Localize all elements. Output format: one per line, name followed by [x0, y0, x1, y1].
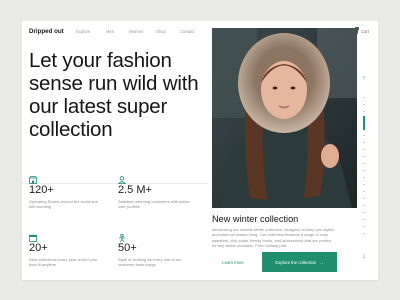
- slide-dot[interactable]: [363, 233, 365, 234]
- slide-active-indicator[interactable]: [363, 116, 365, 130]
- stat-desc: Operating Stores around the world and st…: [29, 199, 98, 210]
- stat-desc: Satisfied returning customers with activ…: [118, 199, 190, 210]
- stat-customers: 2.5 M+ Satisfied returning customers wit…: [117, 171, 198, 210]
- slide-dot[interactable]: [363, 212, 365, 213]
- learn-more-link[interactable]: Learn more: [218, 258, 248, 268]
- user-icon: [117, 171, 127, 184]
- collection-description: Introducing our newest winter collection…: [212, 227, 335, 249]
- slide-dot[interactable]: [363, 191, 365, 192]
- nav-link-men[interactable]: Men: [106, 29, 114, 34]
- nav-link-women[interactable]: Women: [129, 29, 143, 34]
- stat-collections: 20+ New collections every year to find y…: [29, 229, 109, 267]
- nav-link-explore[interactable]: Explore: [76, 29, 90, 34]
- stat-stores: 120+ Operating Stores around the world a…: [29, 171, 109, 209]
- person-icon: [118, 229, 126, 242]
- slide-dot[interactable]: [363, 205, 365, 206]
- hero-title: Let your fashion sense run wild with our…: [29, 49, 199, 141]
- slide-dot[interactable]: [363, 135, 365, 136]
- slide-dot[interactable]: [363, 163, 365, 164]
- explore-collection-button[interactable]: Explore the collection →: [262, 252, 337, 272]
- slide-dot[interactable]: [363, 219, 365, 220]
- stat-value: 20+: [29, 242, 48, 254]
- slide-dot[interactable]: [363, 111, 365, 112]
- nav-link-contact[interactable]: Contact: [180, 29, 194, 34]
- cart-label: Cart: [361, 28, 369, 34]
- slide-indicator: ↑ ↓: [350, 45, 378, 280]
- collection-title: New winter collection: [212, 214, 299, 224]
- explore-label: Explore the collection: [275, 259, 317, 265]
- arrow-right-icon: →: [319, 259, 324, 265]
- arrow-up-icon[interactable]: ↑: [360, 75, 368, 83]
- nav-link-shop[interactable]: Shop: [156, 29, 166, 34]
- slide-dot[interactable]: [363, 97, 365, 98]
- arrow-down-icon[interactable]: ↓: [360, 253, 368, 261]
- stat-styles: 50+ Style of clothing as every one of ou…: [118, 229, 198, 267]
- calendar-icon: [29, 229, 37, 242]
- stat-desc: Style of clothing as every one of our cu…: [118, 257, 182, 268]
- slide-dot[interactable]: [363, 177, 365, 178]
- stat-value: 2.5 M+: [118, 184, 152, 196]
- hero-photo: [212, 28, 357, 208]
- slide-dot[interactable]: [363, 226, 365, 227]
- slide-dot[interactable]: [363, 142, 365, 143]
- slide-dot[interactable]: [363, 170, 365, 171]
- slide-dot[interactable]: [363, 156, 365, 157]
- slide-dot[interactable]: [363, 104, 365, 105]
- slide-dot[interactable]: [363, 184, 365, 185]
- page-card: Dripped out Explore Men Women Shop Conta…: [22, 21, 378, 280]
- slide-dot[interactable]: [363, 198, 365, 199]
- stat-value: 50+: [118, 242, 137, 254]
- slide-dot[interactable]: [363, 149, 365, 150]
- brand-logo[interactable]: Dripped out: [29, 28, 64, 35]
- stat-value: 120+: [29, 184, 54, 196]
- store-icon: [29, 171, 37, 184]
- stat-desc: New collections every year to find your …: [29, 257, 98, 268]
